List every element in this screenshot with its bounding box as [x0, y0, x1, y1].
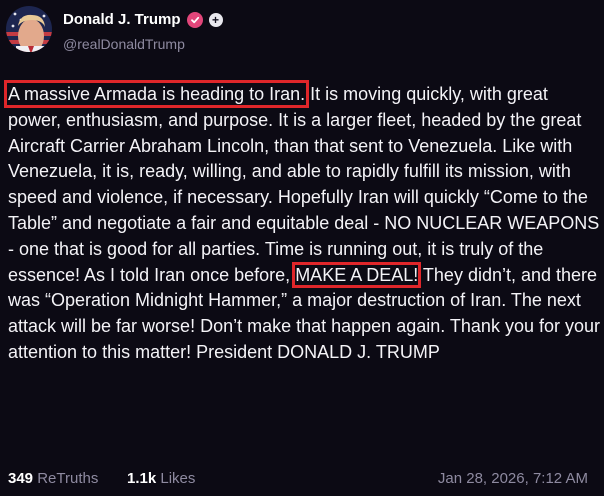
likes-label: Likes [160, 470, 196, 487]
likes-stat[interactable]: 1.1k Likes [127, 470, 195, 487]
author-display-name[interactable]: Donald J. Trump [63, 11, 181, 28]
post-text: A massive Armada is heading to Iran. It … [3, 80, 600, 366]
post-timestamp[interactable]: Jan 28, 2026, 7:12 AM [438, 470, 588, 487]
likes-count: 1.1k [127, 470, 157, 487]
highlighted-phrase-make-a-deal: MAKE A DEAL! [292, 261, 422, 288]
retruths-label: ReTruths [37, 470, 99, 487]
author-name-row: Donald J. Trump + [63, 11, 223, 28]
avatar[interactable] [6, 6, 52, 52]
retruths-stat[interactable]: 349 ReTruths [8, 470, 98, 487]
highlighted-phrase-armada: A massive Armada is heading to Iran. [3, 80, 310, 108]
author-handle[interactable]: @realDonaldTrump [63, 36, 185, 52]
verified-badge-icon [186, 11, 203, 28]
profile-photo-icon [6, 6, 52, 52]
plus-icon[interactable]: + [208, 12, 223, 27]
truth-post: Donald J. Trump + @realDonaldTrump A mas… [0, 0, 604, 496]
retruths-count: 349 [8, 470, 34, 487]
post-text-middle: It is moving quickly, with great power, … [8, 84, 600, 285]
